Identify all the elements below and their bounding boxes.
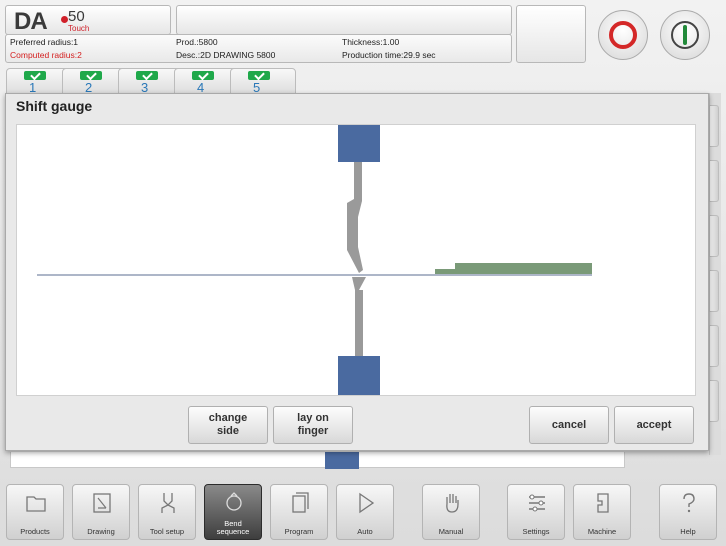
gauge-finger-top: [455, 263, 592, 270]
product-number: Prod.:5800: [176, 37, 218, 47]
nav-label: Program: [284, 527, 314, 536]
logo-dot: [61, 16, 68, 23]
nav-label: Tool setup: [149, 527, 185, 536]
nav-products[interactable]: Products: [6, 484, 64, 540]
side-tab[interactable]: [709, 270, 719, 312]
bend-diagram: [37, 125, 592, 395]
product-info: Preferred radius:1 Computed radius:2 Pro…: [5, 34, 512, 63]
shift-gauge-dialog: Shift gauge change side lay on finger ca…: [5, 93, 709, 451]
side-tab[interactable]: [709, 215, 719, 257]
nav-label: Bend sequence: [216, 519, 250, 536]
preferred-radius: Preferred radius:1: [10, 37, 79, 47]
status-panel: [516, 5, 586, 63]
dialog-title: Shift gauge: [16, 98, 93, 114]
accept-button[interactable]: accept: [614, 406, 694, 444]
check-icon: [24, 71, 46, 80]
play-icon: [359, 492, 375, 514]
folder-icon: [26, 496, 46, 512]
tool-setup-icon: [161, 493, 175, 513]
nav-label: Settings: [522, 527, 550, 536]
check-icon: [136, 71, 158, 80]
drawing-icon: [93, 493, 111, 513]
title-field: [176, 5, 677, 35]
nav-label: Manual: [438, 527, 464, 536]
computed-radius: Computed radius:2: [10, 50, 82, 60]
hand-icon: [446, 494, 459, 513]
help-icon: [683, 493, 695, 513]
die: [352, 277, 366, 356]
check-icon: [248, 71, 270, 80]
machine-icon: [597, 493, 609, 513]
nav-machine[interactable]: Machine: [573, 484, 631, 540]
nav-label: Help: [680, 527, 696, 536]
logo: DA 50 Touch: [5, 5, 171, 35]
logo-sub: Touch: [68, 24, 90, 33]
check-icon: [80, 71, 102, 80]
side-tab[interactable]: [709, 325, 719, 367]
settings-icon: [529, 494, 545, 512]
background-die: [325, 452, 359, 469]
side-tab[interactable]: [709, 160, 719, 202]
upper-beam: [338, 125, 380, 162]
nav-help[interactable]: Help: [659, 484, 717, 540]
nav-drawing[interactable]: Drawing: [72, 484, 130, 540]
product-description: Desc.:2D DRAWING 5800: [176, 50, 276, 60]
nav-manual[interactable]: Manual: [422, 484, 480, 540]
punch: [347, 162, 363, 273]
lay-on-finger-button[interactable]: lay on finger: [273, 406, 353, 444]
logo-model: 50: [68, 8, 85, 25]
nav-settings[interactable]: Settings: [507, 484, 565, 540]
nav-tool-setup[interactable]: Tool setup: [138, 484, 196, 540]
nav-program[interactable]: Program: [270, 484, 328, 540]
production-time: Production time:29.9 sec: [342, 50, 436, 60]
nav-bend-sequence[interactable]: Bend sequence: [204, 484, 262, 540]
nav-label: Machine: [587, 527, 617, 536]
change-side-button[interactable]: change side: [188, 406, 268, 444]
lower-beam: [338, 356, 380, 395]
stop-button[interactable]: [598, 10, 648, 60]
bend-preview: [16, 124, 696, 396]
stop-icon: [609, 21, 637, 49]
bend-sequence-icon: [226, 492, 242, 511]
nav-label: Products: [20, 527, 50, 536]
nav-label: Drawing: [87, 527, 115, 536]
thickness: Thickness:1.00: [342, 37, 400, 47]
cancel-button[interactable]: cancel: [529, 406, 609, 444]
side-tab[interactable]: [709, 380, 719, 422]
step-tab-5[interactable]: 5: [230, 68, 296, 95]
nav-label: Auto: [357, 527, 373, 536]
nav-auto[interactable]: Auto: [336, 484, 394, 540]
side-tab[interactable]: [709, 105, 719, 147]
background-view: [10, 452, 625, 468]
logo-text: DA: [14, 8, 48, 35]
program-icon: [292, 492, 309, 513]
check-icon: [192, 71, 214, 80]
start-button[interactable]: [660, 10, 710, 60]
